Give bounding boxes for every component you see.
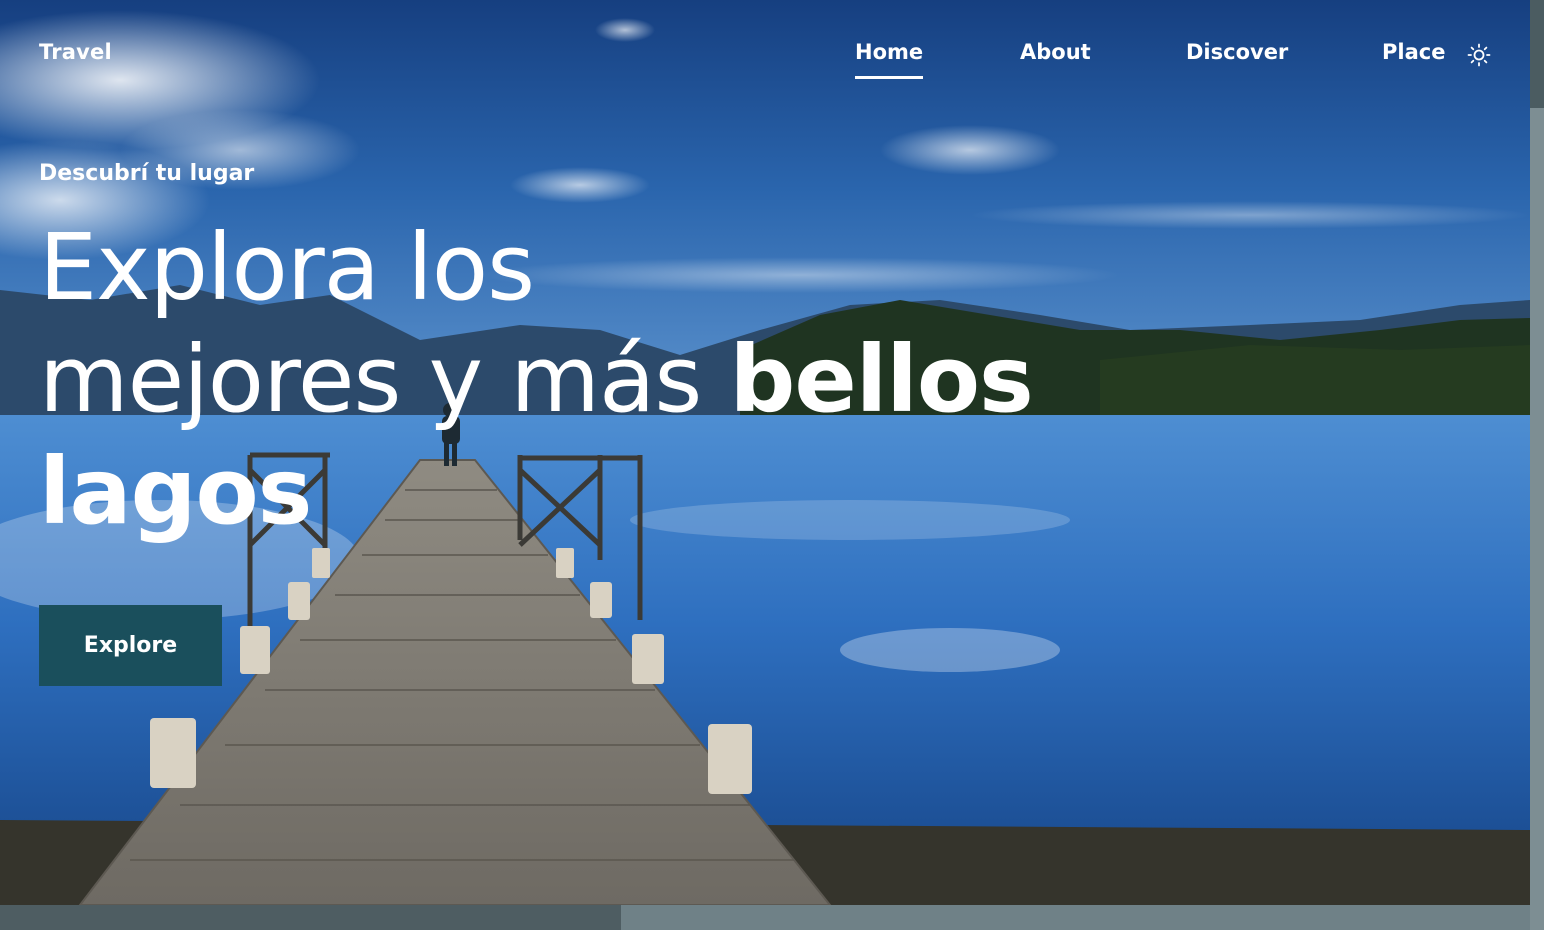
hero-title-line1: Explora los (39, 214, 535, 321)
nav-about-link[interactable]: About (1020, 40, 1091, 76)
hero-section: Travel Home About Discover Place Descubr… (0, 0, 1530, 905)
hero-title-line2-regular: mejores y más (39, 326, 730, 433)
site-header: Travel Home About Discover Place (0, 0, 1530, 110)
next-section-right-panel (621, 905, 1530, 930)
vertical-scrollbar[interactable] (1530, 0, 1544, 930)
hero-title-line2-bold: bellos (729, 326, 1034, 433)
hero-subtitle: Descubrí tu lugar (39, 161, 255, 186)
hero-title-line3-bold: lagos (39, 438, 312, 545)
nav-discover-link[interactable]: Discover (1186, 40, 1288, 76)
next-section-left-panel (0, 905, 621, 930)
scrollbar-thumb[interactable] (1530, 0, 1544, 108)
nav-place-link[interactable]: Place (1382, 40, 1445, 76)
theme-toggle-button[interactable] (1466, 42, 1492, 68)
sun-icon (1467, 43, 1491, 67)
nav-home-link[interactable]: Home (855, 40, 924, 79)
explore-button[interactable]: Explore (39, 605, 222, 686)
hero-title: Explora los mejores y más bellos lagos (39, 212, 1039, 548)
main-nav: Home About Discover Place (0, 40, 1530, 90)
